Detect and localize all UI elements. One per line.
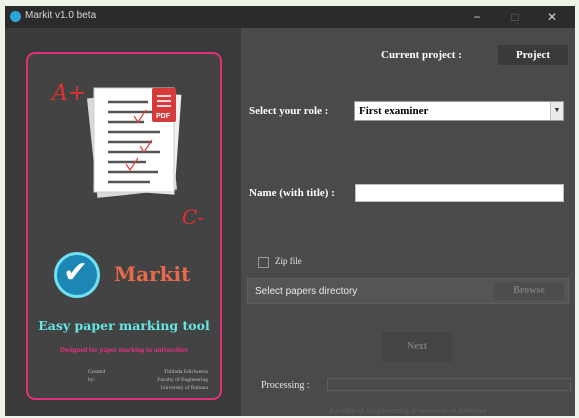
papers-directory-row: Select papers directory Browse [247, 278, 569, 304]
branding-card: PDF A+ C- ✔ Markit Easy paper marking to… [26, 52, 222, 400]
branding-panel: PDF A+ C- ✔ Markit Easy paper marking to… [5, 28, 241, 416]
processing-progress-bar [327, 378, 571, 391]
current-project-label: Current project : [381, 49, 462, 61]
credits-university: University of Ruhuna [160, 385, 208, 391]
tagline: Easy paper marking tool [38, 318, 210, 333]
minimize-button[interactable]: − [467, 9, 487, 25]
credits-label: Created by: [88, 369, 106, 383]
app-name: Markit [114, 262, 191, 286]
role-select[interactable]: First examiner ▼ [354, 101, 564, 121]
pdf-badge-label: PDF [156, 113, 171, 120]
zip-checkbox[interactable] [258, 257, 269, 268]
markit-logo-icon: ✔ [54, 252, 100, 298]
papers-directory-label: Select papers directory [255, 286, 358, 297]
document-illustration: PDF A+ C- [48, 64, 208, 234]
paper-stack-icon: PDF A+ C- [50, 81, 204, 229]
subtagline: Designed for paper marking in universiti… [60, 346, 188, 354]
grade-c-minus: C- [182, 205, 204, 229]
processing-label: Processing : [261, 380, 310, 391]
name-input[interactable] [355, 184, 564, 202]
project-button[interactable]: Project [498, 45, 568, 65]
form-panel: Current project : Project Select your ro… [241, 28, 575, 416]
credits-faculty: Faculty of Engineering [157, 377, 208, 383]
chevron-down-icon[interactable]: ▼ [550, 102, 563, 120]
check-icon: ✔ [63, 255, 89, 290]
name-label: Name (with title) : [249, 187, 335, 199]
grade-a-plus: A+ [50, 81, 86, 106]
role-label: Select your role : [249, 105, 329, 117]
credits-author: Thilinda Ediriweera [163, 369, 208, 375]
app-icon [10, 11, 21, 22]
next-button[interactable]: Next [382, 332, 452, 362]
title-bar[interactable]: Markit v1.0 beta − □ ✕ [5, 6, 575, 28]
window-title: Markit v1.0 beta [25, 10, 97, 21]
maximize-button[interactable]: □ [505, 9, 525, 25]
role-select-value: First examiner [359, 105, 429, 117]
close-button[interactable]: ✕ [542, 9, 562, 25]
app-window: Markit v1.0 beta − □ ✕ PDF A+ C- ✔ Marki… [5, 6, 575, 416]
credits-values: Thilinda Ediriweera Faculty of Engineeri… [118, 368, 208, 392]
browse-button[interactable]: Browse [494, 282, 564, 300]
zip-label: Zip file [275, 256, 302, 266]
footer-text: Faculty of Engineering, University of Ru… [329, 406, 486, 415]
